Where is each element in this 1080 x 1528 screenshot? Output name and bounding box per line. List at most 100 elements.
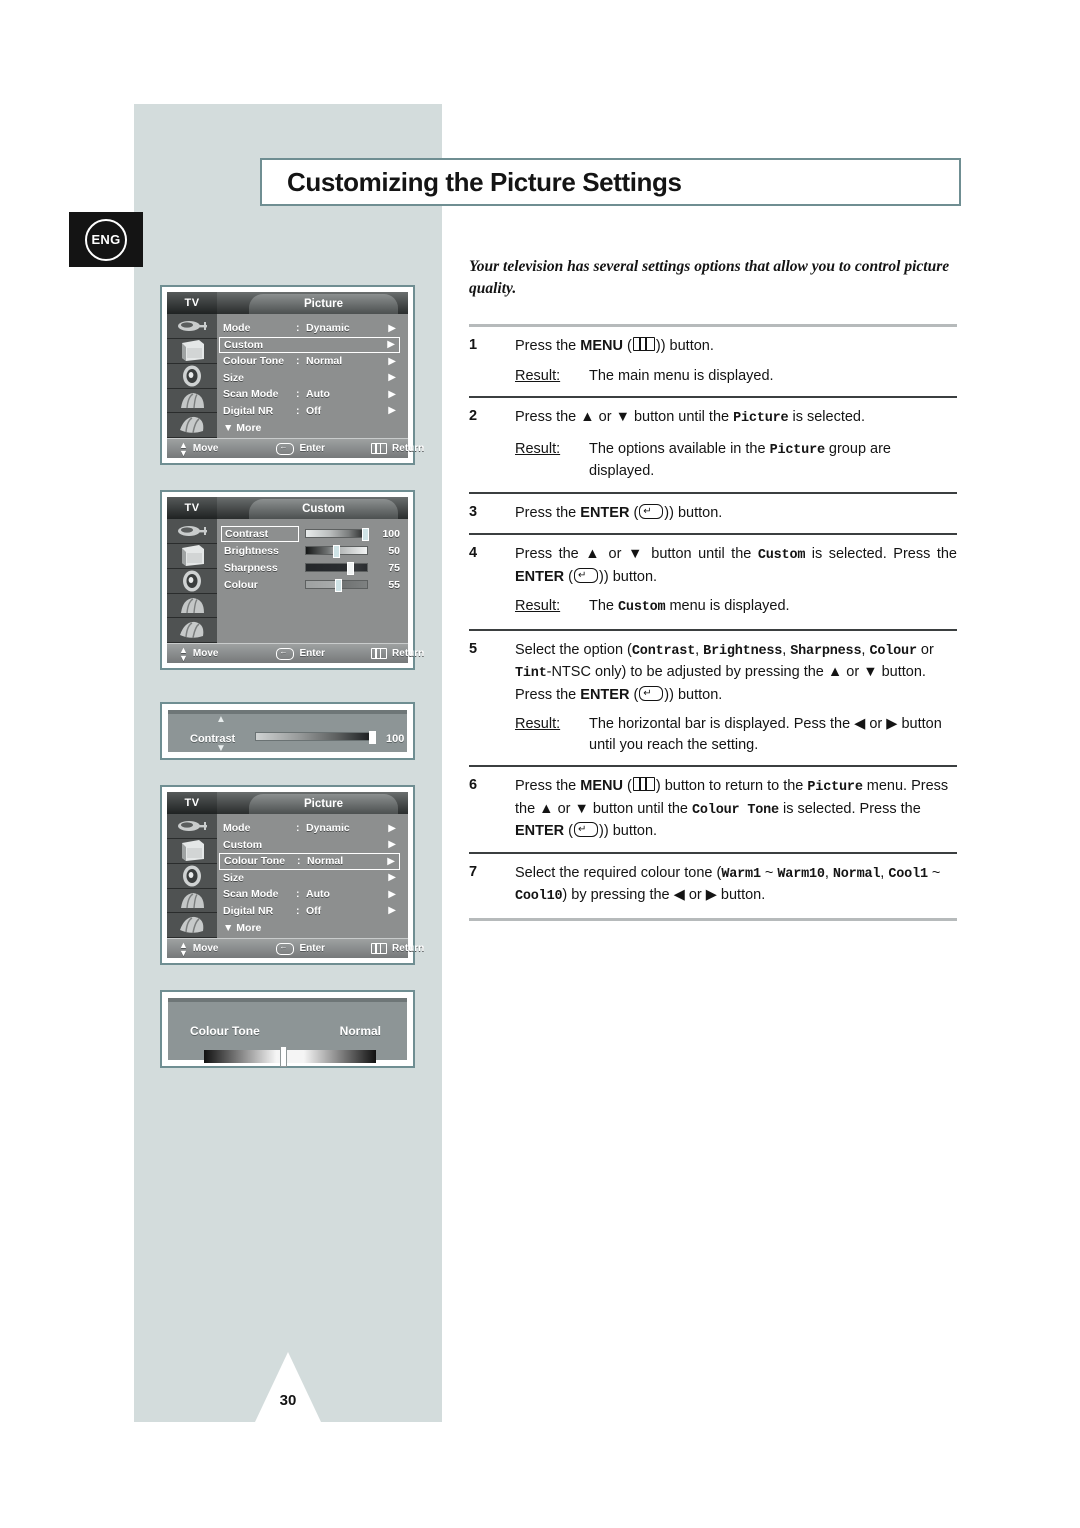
colour-tone-bar-label: Colour Tone: [190, 1024, 260, 1038]
language-badge: ENG: [85, 218, 127, 261]
osd-menu-item[interactable]: Colour Tone : Normal ▶: [219, 353, 400, 370]
chevron-right-icon: ▶: [388, 322, 396, 334]
result-text: The Custom menu is displayed.: [589, 596, 957, 619]
colour-tone-bar-knob[interactable]: [280, 1046, 287, 1067]
slider-track[interactable]: [305, 528, 370, 541]
picture-icon: [167, 839, 217, 864]
enter-button-label: ENTER: [515, 823, 565, 839]
slider-knob[interactable]: [346, 562, 354, 575]
enter-icon: ↵: [574, 822, 599, 837]
slider-value: 55: [388, 578, 400, 591]
intro-paragraph: Your television has several settings opt…: [469, 258, 950, 297]
up-down-icon: ▲ ▼: [179, 644, 188, 663]
osd-title: Picture: [304, 298, 343, 310]
chevron-right-icon: ▶: [388, 905, 396, 917]
slider-row[interactable]: Colour 55: [221, 576, 400, 593]
osd-item-label: Size: [223, 371, 245, 384]
slider-track[interactable]: [305, 545, 368, 558]
step-text-a: Select the option (: [515, 641, 632, 658]
slider-row[interactable]: Sharpness 75: [221, 559, 400, 576]
slider-label: Colour: [224, 578, 258, 591]
enter-button-label: ENTER: [580, 504, 630, 521]
osd-header: TV Picture: [167, 292, 408, 314]
slider-label: Brightness: [224, 544, 279, 557]
tilde-1: ~: [760, 864, 778, 881]
osd-footer: ▲ ▼ Move ← Enter Return: [167, 938, 424, 958]
up-down-icon: ▲ ▼: [179, 439, 188, 458]
osd-title-tab: Picture: [249, 794, 398, 814]
slider-knob[interactable]: [362, 528, 370, 541]
osd-item-value: Dynamic: [306, 322, 350, 335]
osd-more-indicator[interactable]: ▼ More: [223, 422, 408, 434]
step-text: Press the MENU () button to return to th…: [515, 777, 949, 839]
slider-row[interactable]: Contrast 100: [221, 525, 400, 542]
chevron-right-icon: ▶: [388, 372, 396, 384]
osd-slider-list: Contrast 100 Brightness 50 Sharpness 75 …: [217, 519, 408, 643]
osd-footer-return: Return: [371, 443, 424, 454]
osd-item-value: Auto: [306, 388, 330, 401]
channel-icon: [167, 594, 217, 619]
osd-menu-item[interactable]: Scan Mode : Auto ▶: [219, 386, 400, 403]
contrast-bar-track[interactable]: [255, 731, 376, 744]
slider-track[interactable]: [305, 562, 368, 575]
osd-footer: ▲ ▼ Move ← Enter Return: [167, 438, 424, 458]
osd-menu-item[interactable]: Digital NR : Off ▶: [219, 903, 400, 920]
page-title: Customizing the Picture Settings: [287, 166, 682, 197]
slider-knob[interactable]: [335, 579, 343, 592]
slider-track[interactable]: [305, 579, 368, 592]
channel-icon: [167, 389, 217, 414]
slider-row[interactable]: Brightness 50: [221, 542, 400, 559]
keyword-picture: Picture: [733, 411, 789, 426]
step-text-lead: Press the: [515, 338, 577, 354]
step-number: 6: [469, 777, 478, 793]
comma-1: ,: [824, 864, 833, 881]
osd-item-label: Mode: [223, 822, 251, 835]
osd-item-colon: :: [296, 404, 300, 417]
osd-footer-return: Return: [371, 648, 424, 659]
antenna-icon: [167, 814, 217, 839]
contrast-bar-knob[interactable]: [369, 731, 376, 744]
slider-label: Contrast: [221, 525, 299, 542]
osd-menu-item[interactable]: Digital NR : Off ▶: [219, 403, 400, 420]
osd-menu-list: Mode : Dynamic ▶ Custom ▶ Colour Tone :: [217, 314, 408, 438]
step-text: Press the ▲ or ▼ button until the Custom…: [515, 544, 957, 619]
osd-item-colon: :: [296, 822, 300, 835]
step-text-c: ) button.: [669, 686, 723, 703]
slider-knob[interactable]: [332, 545, 340, 558]
osd-menu-item[interactable]: Mode : Dynamic ▶: [219, 320, 400, 337]
enter-icon: ↵: [574, 567, 599, 583]
osd-footer-return-label: Return: [392, 943, 425, 954]
osd-menu-item[interactable]: Scan Mode : Auto ▶: [219, 886, 400, 903]
osd-icon-column: [167, 519, 217, 644]
page-title-box: Customizing the Picture Settings: [260, 158, 961, 206]
osd-item-colon: :: [296, 904, 300, 917]
keyword-custom: Custom: [618, 600, 666, 615]
colour-tone-bar-track[interactable]: [204, 1050, 376, 1063]
menu-icon: [371, 443, 388, 454]
menu-icon: [371, 648, 388, 659]
setup-icon: [167, 618, 217, 644]
keyword-custom: Custom: [757, 548, 806, 563]
osd-menu-item-selected[interactable]: Custom ▶: [219, 336, 400, 353]
osd-menu-item[interactable]: Size ▶: [219, 870, 400, 887]
page-number-marker: 30: [255, 1352, 321, 1422]
step-result: Result: The horizontal bar is displayed.…: [515, 714, 957, 755]
keyword-warm10: Warm10: [777, 866, 825, 882]
step-result: Result: The Custom menu is displayed.: [515, 596, 957, 619]
step-number: 7: [469, 863, 478, 880]
osd-menu-item[interactable]: Size ▶: [219, 370, 400, 387]
osd-menu-item[interactable]: Custom ▶: [219, 837, 400, 854]
menu-icon: [632, 337, 655, 351]
picture-icon: [167, 339, 217, 364]
chevron-right-icon: ▶: [388, 388, 396, 400]
osd-item-colon: :: [296, 388, 300, 401]
step-text-a: button to return to the: [660, 778, 808, 794]
keyword-warm1: Warm1: [721, 866, 761, 882]
enter-button-label: ENTER: [515, 568, 565, 585]
result-label: Result:: [515, 440, 561, 457]
step-text-b: ) by pressing the ◀ or ▶ button.: [562, 887, 766, 903]
osd-menu-item-selected[interactable]: Colour Tone : Normal ▶: [219, 853, 400, 870]
osd-more-indicator[interactable]: ▼ More: [223, 922, 408, 934]
colour-tone-bar-value: Normal: [339, 1024, 381, 1038]
osd-menu-item[interactable]: Mode : Dynamic ▶: [219, 820, 400, 837]
